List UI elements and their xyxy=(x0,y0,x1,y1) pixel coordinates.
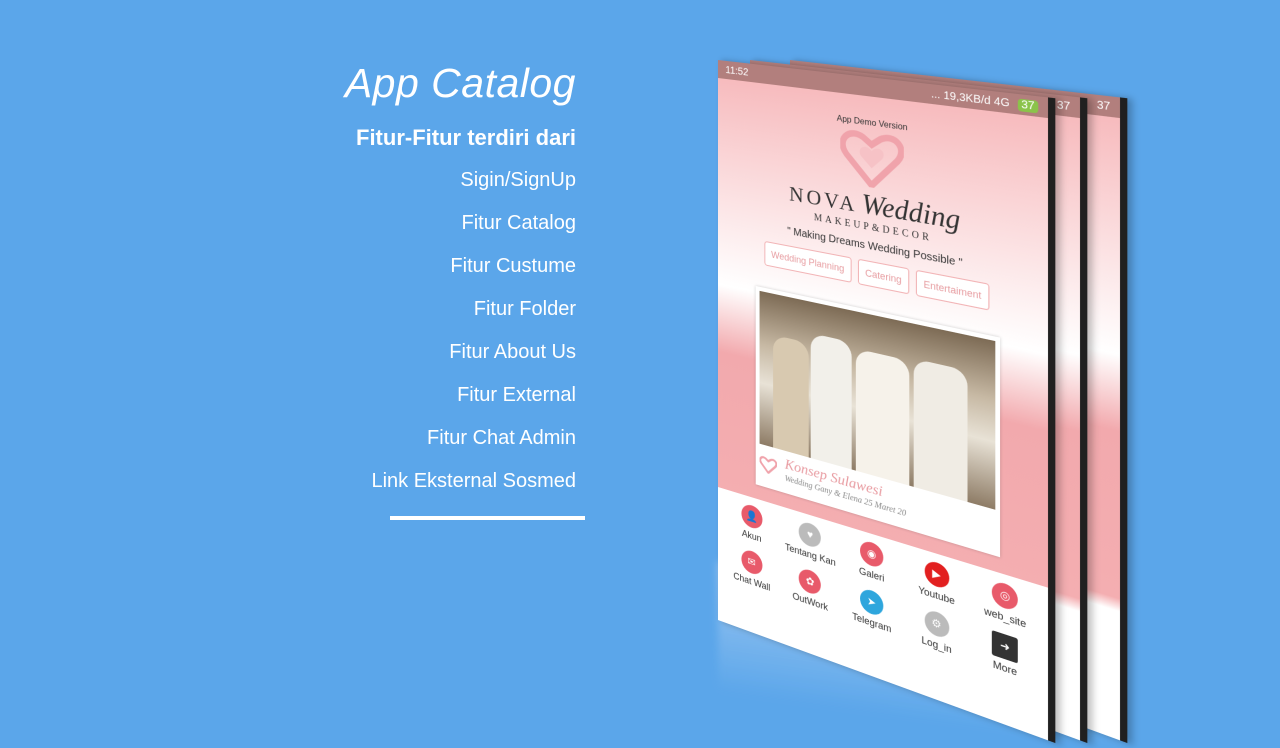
menu-tentang-kami[interactable]: ♥ Tentang Kan xyxy=(781,514,841,569)
gallery-icon: ◉ xyxy=(860,538,884,570)
feature-item: Sigin/SignUp xyxy=(460,169,576,191)
about-icon: ♥ xyxy=(799,520,822,550)
chat-icon: ✉ xyxy=(741,547,763,577)
menu-login[interactable]: ⚙ Log_in xyxy=(904,601,971,662)
telegram-icon: ➤ xyxy=(860,586,884,618)
menu-akun[interactable]: 👤 Akun xyxy=(724,497,781,551)
phone-mockups: 37 37 11:52 ... 19,3KB/d 4G 37 App Demo … xyxy=(700,40,1180,744)
feature-panel: App Catalog Fitur-Fitur terdiri dari Sig… xyxy=(345,60,576,513)
feature-item: Fitur Chat Admin xyxy=(427,427,576,449)
menu-website[interactable]: ◎ web_site xyxy=(970,573,1040,635)
heart-small-icon xyxy=(760,454,777,475)
menu-more[interactable]: ➜ More xyxy=(970,623,1040,686)
chip-entertainment[interactable]: Entertaiment xyxy=(915,269,990,311)
youtube-icon: ▶ xyxy=(924,558,949,591)
chip-wedding-planning[interactable]: Wedding Planning xyxy=(764,240,852,283)
menu-youtube[interactable]: ▶ Youtube xyxy=(904,552,971,612)
underline-divider xyxy=(390,516,585,520)
status-time: 11:52 xyxy=(725,64,749,79)
battery-icon: 37 xyxy=(1017,97,1039,113)
phone-mockup-front: 11:52 ... 19,3KB/d 4G 37 App Demo Versio… xyxy=(718,60,1056,744)
menu-telegram[interactable]: ➤ Telegram xyxy=(840,580,903,639)
feature-item: Fitur Folder xyxy=(473,298,576,320)
menu-galeri[interactable]: ◉ Galeri xyxy=(840,533,903,590)
feature-item: Fitur Catalog xyxy=(461,212,577,234)
chip-catering[interactable]: Catering xyxy=(857,258,910,295)
feature-item: Fitur Custume xyxy=(450,255,576,277)
feature-item: Fitur About Us xyxy=(449,341,576,363)
login-icon: ⚙ xyxy=(924,607,949,641)
heart-logo-icon xyxy=(840,128,904,193)
account-icon: 👤 xyxy=(741,502,763,532)
globe-icon: ◎ xyxy=(992,579,1019,613)
feature-subtitle: Fitur-Fitur terdiri dari xyxy=(356,125,576,150)
slide-title: App Catalog xyxy=(344,60,576,106)
menu-outwork[interactable]: ✿ OutWork xyxy=(781,561,841,618)
outwork-icon: ✿ xyxy=(799,566,822,597)
feature-item: Fitur External xyxy=(457,384,576,406)
feature-item: Link Eksternal Sosmed xyxy=(371,470,576,492)
menu-chat-wall[interactable]: ✉ Chat Wall xyxy=(724,542,781,597)
